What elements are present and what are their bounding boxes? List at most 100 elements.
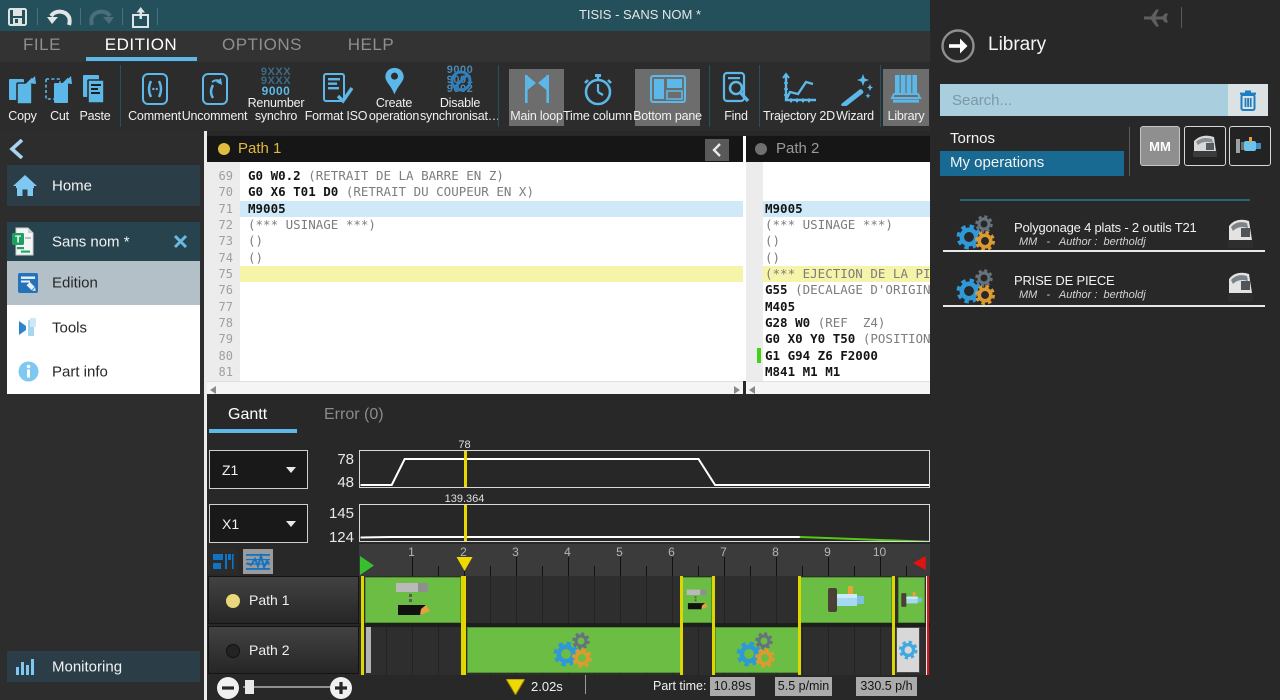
redo-icon[interactable] (88, 7, 115, 28)
menu-options[interactable]: OPTIONS (217, 35, 307, 59)
wave-view-toggle-button[interactable] (243, 549, 273, 574)
path2-horizontal-scrollbar[interactable] (746, 381, 930, 394)
nav-item-tools[interactable]: Tools (7, 306, 200, 350)
code-line[interactable]: M405 (763, 299, 930, 315)
nav-item-part-info[interactable]: Part info (7, 350, 200, 394)
nav-item-edition[interactable]: Edition (7, 261, 200, 305)
paste-button[interactable]: Paste (75, 69, 115, 126)
code-line[interactable]: M841 M1 M1 (763, 364, 930, 380)
uncomment-button[interactable]: Uncomment (183, 69, 246, 126)
library-item[interactable]: Polygonage 4 plats - 2 outils T21 MM - A… (930, 203, 1280, 252)
tab-gantt[interactable]: Gantt (228, 406, 267, 424)
machine-filter-button[interactable] (1184, 126, 1226, 166)
code-line[interactable] (240, 315, 743, 331)
code-line[interactable] (763, 184, 930, 200)
gantt-start-marker[interactable] (360, 556, 374, 575)
search-input[interactable]: Search... (940, 84, 1228, 116)
gantt-row-label-path1[interactable]: Path 1 (208, 576, 359, 624)
chart-cursor-line[interactable] (464, 451, 467, 488)
code-line[interactable]: (*** EJECTION DE LA PI (763, 266, 930, 282)
code-line[interactable]: (*** USINAGE ***) (240, 217, 743, 233)
disable-synchronisation-button[interactable]: 900090019002 Disable synchronisat… (422, 69, 498, 126)
sidebar-item-monitoring[interactable]: Monitoring (7, 651, 200, 682)
path1-horizontal-scrollbar[interactable] (207, 381, 743, 394)
gantt-cursor-line[interactable] (464, 576, 467, 675)
code-line[interactable]: G55 (DECALAGE D'ORIGIN (763, 282, 930, 298)
clear-search-button[interactable] (1228, 84, 1268, 116)
menu-help[interactable]: HELP (331, 35, 411, 59)
filter-my-operations[interactable]: My operations (940, 151, 1124, 176)
code-line[interactable] (240, 282, 743, 298)
scroll-left-arrow[interactable] (749, 386, 755, 394)
path2-code-editor[interactable]: M9005(*** USINAGE ***)()()(*** EJECTION … (763, 162, 930, 381)
gantt-chart[interactable] (359, 576, 930, 675)
menu-file[interactable]: FILE (10, 35, 74, 59)
airplane-icon[interactable] (1143, 6, 1169, 27)
export-icon[interactable] (131, 7, 150, 28)
collapse-pane-button[interactable] (705, 139, 729, 161)
library-item[interactable]: PRISE DE PIECE MM - Author : bertholdj (930, 255, 1280, 307)
code-line[interactable]: G1 G94 Z6 F2000 (763, 348, 930, 364)
gantt-row-label-path2[interactable]: Path 2 (208, 626, 359, 674)
code-line[interactable]: () (240, 250, 743, 266)
code-line[interactable]: () (763, 233, 930, 249)
code-line[interactable] (240, 348, 743, 364)
path1-operation-block[interactable] (800, 577, 893, 623)
code-line[interactable]: G28 W0 (REF Z4) (763, 315, 930, 331)
code-line[interactable]: (*** USINAGE ***) (763, 217, 930, 233)
time-column-button[interactable]: Time column (564, 69, 631, 126)
path2-operation-block[interactable] (467, 627, 682, 673)
chart-cursor-line[interactable] (464, 505, 467, 542)
gantt-view-toggle-button[interactable] (208, 549, 238, 574)
menu-edition[interactable]: EDITION (96, 35, 186, 59)
zoom-slider-handle[interactable] (245, 680, 254, 694)
zoom-in-button[interactable] (329, 676, 353, 700)
unit-mm-button[interactable]: MM (1140, 126, 1180, 166)
gantt-end-marker[interactable] (913, 556, 926, 570)
sidebar-item-home[interactable]: Home (7, 165, 200, 206)
close-icon[interactable] (173, 234, 188, 249)
find-button[interactable]: Find (712, 69, 760, 126)
library-button[interactable]: Library (883, 69, 929, 126)
path1-operation-block[interactable] (682, 577, 712, 623)
zoom-slider-track[interactable] (243, 686, 330, 688)
code-line[interactable]: () (240, 233, 743, 249)
axis-selector-x1[interactable]: X1 (209, 504, 308, 543)
arrow-right-circle-icon[interactable] (941, 29, 975, 63)
code-line[interactable]: () (763, 250, 930, 266)
code-line[interactable] (240, 266, 743, 282)
copy-button[interactable]: Copy (1, 69, 44, 126)
wizard-button[interactable]: Wizard (833, 69, 877, 126)
trajectory-2d-button[interactable]: Trajectory 2D (764, 69, 834, 126)
path1-code-editor[interactable]: G0 W0.2 (RETRAIT DE LA BARRE EN Z)G0 X6 … (240, 162, 743, 381)
scroll-right-arrow[interactable] (734, 386, 740, 394)
code-line[interactable] (240, 299, 743, 315)
tool-filter-button[interactable] (1229, 126, 1271, 166)
comment-button[interactable]: Comment (127, 69, 182, 126)
undo-icon[interactable] (46, 7, 73, 28)
zoom-out-button[interactable] (216, 676, 240, 700)
path2-operation-block[interactable] (366, 627, 371, 673)
z1-axis-chart[interactable] (359, 450, 930, 488)
code-line[interactable]: M9005 (763, 201, 930, 217)
path1-operation-block[interactable] (898, 577, 925, 623)
code-line[interactable]: G0 X0 Y0 T50 (POSITION (763, 331, 930, 347)
format-iso-button[interactable]: Format ISO (306, 69, 366, 126)
path1-operation-block[interactable] (365, 577, 461, 623)
save-icon[interactable] (8, 8, 27, 26)
renumber-synchro-button[interactable]: 9XXX9XXX9000 Renumber synchro (244, 69, 308, 126)
scroll-left-arrow[interactable] (210, 386, 216, 394)
gantt-cursor-marker[interactable] (457, 557, 473, 571)
cut-button[interactable]: Cut (42, 69, 77, 126)
back-chevron-icon[interactable] (9, 139, 24, 159)
code-line[interactable] (240, 331, 743, 347)
sidebar-document-tab[interactable]: T Sans nom * (7, 222, 200, 261)
axis-selector-z1[interactable]: Z1 (209, 450, 308, 489)
filter-tornos[interactable]: Tornos (950, 130, 995, 147)
code-line[interactable] (763, 168, 930, 184)
tab-error[interactable]: Error (0) (324, 406, 384, 424)
x1-axis-chart[interactable] (359, 504, 930, 542)
code-line[interactable]: G0 W0.2 (RETRAIT DE LA BARRE EN Z) (240, 168, 743, 184)
path2-operation-block[interactable] (715, 627, 800, 673)
create-operation-button[interactable]: Create operation (362, 69, 426, 126)
